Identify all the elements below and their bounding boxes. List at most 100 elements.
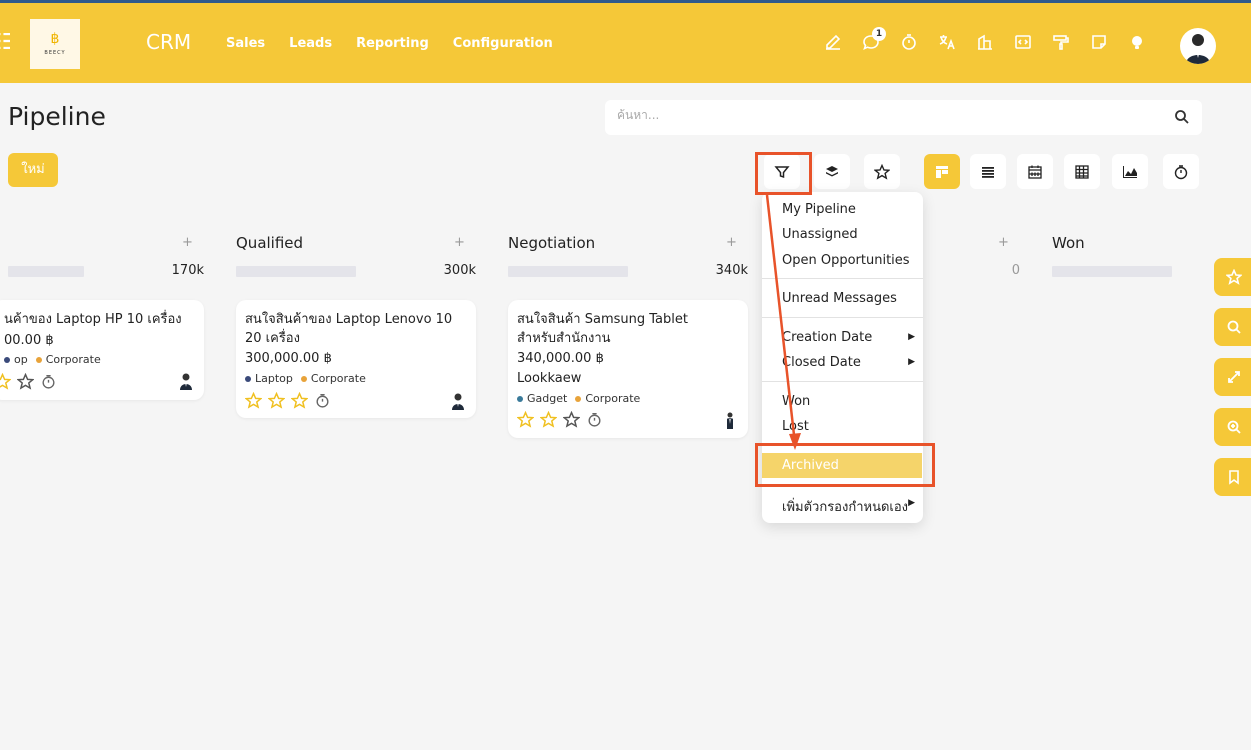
progress-bar[interactable] [1052,266,1172,277]
card-title: สนใจสินค้า Samsung Tablet สำหรับสำนักงาน [517,312,688,346]
side-expand-button[interactable] [1214,358,1251,396]
kanban-card[interactable]: สนใจสินค้าของ Laptop Lenovo 10 20 เครื่อ… [236,300,476,418]
list-icon [982,166,994,178]
priority-stars [0,373,57,390]
card-amount: 340,000.00 ฿ [517,351,604,366]
add-custom-filter[interactable]: เพิ่มตัวกรองกำหนดเอง [782,496,908,517]
new-button[interactable]: ใหม่ [8,153,58,187]
card-amount: 300,000.00 ฿ [245,351,332,366]
favorites-button[interactable] [864,154,900,189]
column-total: 300k [443,263,476,278]
activity-clock-icon[interactable] [40,373,57,390]
timer-icon[interactable] [900,33,918,51]
add-card-button[interactable]: + [726,235,737,250]
building-icon[interactable] [976,33,994,51]
filter-my-pipeline[interactable]: My Pipeline [782,202,856,217]
side-favorite-button[interactable] [1214,258,1251,296]
kanban-card[interactable]: สนใจสินค้า Samsung Tablet สำหรับสำนักงาน… [508,300,748,438]
filter-closed-date[interactable]: Closed Date [782,355,861,370]
filter-lost[interactable]: Lost [782,419,809,434]
progress-bar[interactable] [236,266,356,277]
filter-unread-messages[interactable]: Unread Messages [782,291,897,306]
tag-color-dot [35,356,42,363]
tag-color-dot [517,395,523,402]
group-by-button[interactable] [814,154,850,189]
list-view-button[interactable] [970,154,1006,189]
annotation-box-filter [755,152,812,195]
star-icon[interactable] [268,392,285,409]
activity-clock-icon[interactable] [586,411,603,428]
edit-icon[interactable] [824,33,842,51]
company-logo[interactable]: ฿ BEECY [30,19,80,69]
chat-icon[interactable]: 1 [862,27,886,51]
side-zoom-button[interactable] [1214,408,1251,446]
divider [762,317,923,318]
activity-clock-icon[interactable] [314,392,331,409]
star-icon[interactable] [540,411,557,428]
assignee-avatar[interactable] [450,392,466,410]
assignee-avatar[interactable] [722,411,738,429]
star-icon [874,163,890,180]
search-icon[interactable] [1174,109,1190,125]
progress-bar[interactable] [508,266,628,277]
star-icon[interactable] [291,392,308,409]
search-icon [1227,320,1241,334]
kanban-card[interactable]: นค้าของ Laptop HP 10 เครื่อง 00.00 ฿ op … [0,300,204,400]
bee-logo-icon: ฿ [50,31,60,47]
tag: Corporate [575,392,640,405]
paint-roller-icon[interactable] [1052,33,1070,51]
progress-bar[interactable] [8,266,84,277]
message-badge: 1 [872,27,886,41]
star-icon[interactable] [17,373,34,390]
bookmark-icon [1229,470,1239,485]
menu-leads[interactable]: Leads [289,36,332,51]
activity-view-button[interactable] [1163,154,1199,189]
filter-unassigned[interactable]: Unassigned [782,227,858,242]
priority-stars [517,411,603,428]
side-bookmark-button[interactable] [1214,458,1251,496]
star-icon[interactable] [563,411,580,428]
calendar-view-button[interactable] [1017,154,1053,189]
pivot-view-button[interactable] [1064,154,1100,189]
assignee-avatar[interactable] [178,372,194,390]
lightbulb-icon[interactable] [1128,33,1146,51]
search-input[interactable] [617,108,1157,122]
card-amount: 00.00 ฿ [4,333,54,348]
star-icon[interactable] [245,392,262,409]
column-title[interactable]: Won [1052,234,1085,252]
menu-configuration[interactable]: Configuration [453,36,553,51]
filter-won[interactable]: Won [782,394,810,409]
tag: Gadget [517,392,567,405]
divider [762,278,923,279]
code-icon[interactable] [1014,33,1032,51]
add-card-button[interactable]: + [998,235,1009,250]
tag-color-dot [4,356,10,363]
translate-icon[interactable] [938,33,956,51]
kanban-view-button[interactable] [924,154,960,189]
menu-reporting[interactable]: Reporting [356,36,429,51]
note-icon[interactable] [1090,33,1108,51]
menu-sales[interactable]: Sales [226,36,265,51]
navbar: ☷ ฿ BEECY CRM Sales Leads Reporting Conf… [0,3,1251,83]
divider [762,381,923,382]
column-title[interactable]: Negotiation [508,234,595,252]
star-icon[interactable] [517,411,534,428]
apps-menu-icon[interactable]: ☷ [0,31,12,55]
card-contact: Lookkaew [517,371,582,386]
user-avatar[interactable] [1180,28,1216,64]
layers-icon [826,165,838,176]
table-icon [1075,164,1089,179]
graph-view-button[interactable] [1112,154,1148,189]
side-search-button[interactable] [1214,308,1251,346]
filter-creation-date[interactable]: Creation Date [782,330,872,345]
column-title[interactable]: Qualified [236,234,303,252]
search-bar[interactable] [605,100,1202,135]
add-card-button[interactable]: + [182,235,193,250]
filter-open-opportunities[interactable]: Open Opportunities [782,253,910,268]
tag-label: Corporate [45,353,101,366]
systray: 1 [824,27,1146,51]
tag-label: Corporate [310,372,366,385]
add-card-button[interactable]: + [454,235,465,250]
app-title[interactable]: CRM [146,30,191,54]
star-filled-icon[interactable] [0,373,11,390]
